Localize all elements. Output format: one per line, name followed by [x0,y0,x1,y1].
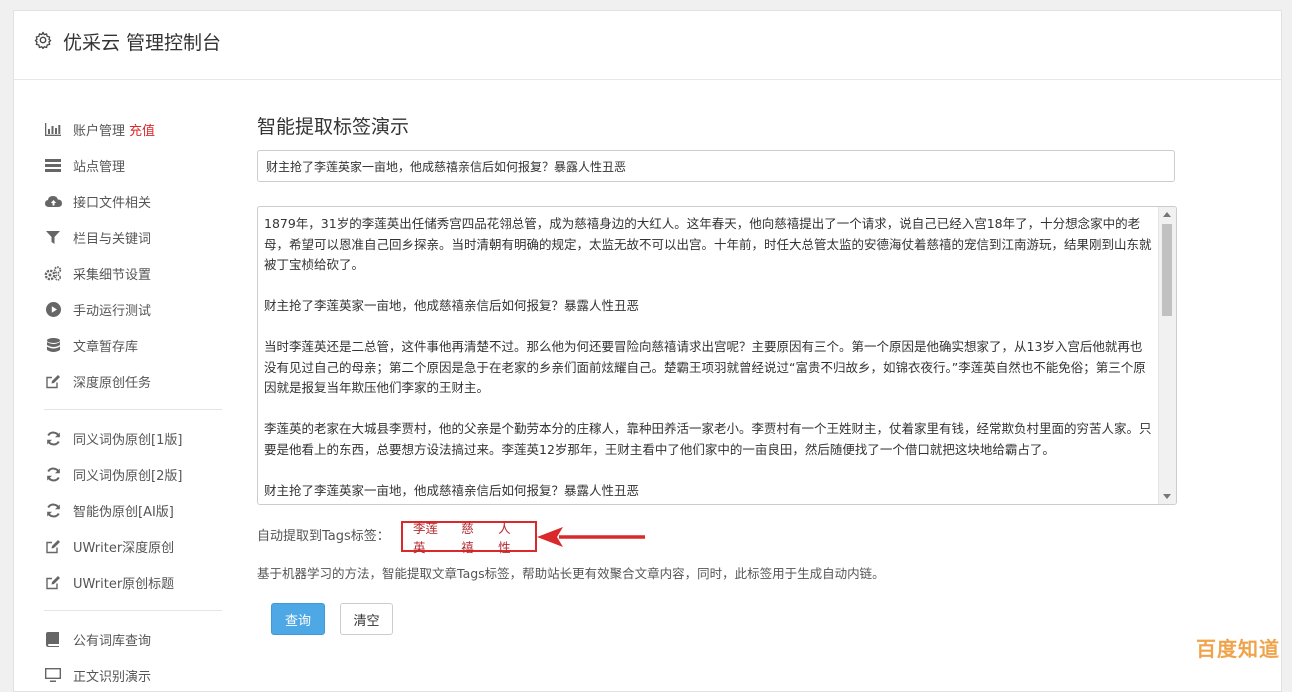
sidebar-item-label: 账户管理 [73,123,126,139]
annotation-arrow-icon [537,527,645,547]
sidebar-item-label: 栏目与关键词 [73,231,152,247]
clear-button[interactable]: 清空 [340,603,393,635]
sidebar-item-label: 手动运行测试 [73,303,152,319]
tags-highlight-box: 李莲英 慈禧 人性 [401,521,537,555]
sidebar-item-collect-settings[interactable]: 采集细节设置 [44,262,151,284]
sidebar-item-label: 智能伪原创[AI版] [73,504,174,520]
sidebar-item-text-recognition[interactable]: 正文识别演示 [44,664,151,686]
article-paragraph: 当时李莲英还是二总管，这件事他再清楚不过。那么他为何还要冒险向慈禧请求出宫呢？主… [264,339,1146,395]
article-paragraph: 财主抢了李莲英家一亩地，他成慈禧亲信后如何报复？暴露人性丑恶 [264,298,640,313]
sidebar-item-label: 站点管理 [73,159,126,175]
page-title: 智能提取标签演示 [257,116,410,138]
sidebar-item-label: 正文识别演示 [73,669,152,685]
sidebar-item-synonym-v1[interactable]: 同义词伪原创[1版] [44,427,182,449]
scroll-down-arrow-icon[interactable] [1163,494,1171,499]
sidebar-divider [44,610,222,611]
sidebar-item-label: 深度原创任务 [73,375,152,391]
monitor-icon [44,667,62,683]
article-paragraph: 李莲英的老家在大城县李贾村，他的父亲是个勤劳本分的庄稼人，靠种田养活一家老小。李… [264,421,1152,457]
tag-item: 人性 [498,520,511,555]
scrollbar-thumb[interactable] [1162,224,1172,316]
article-body: 1879年，31岁的李莲英出任储秀宫四品花翎总管，成为慈禧身边的大红人。这年春天… [264,214,1154,504]
sidebar-item-label: 同义词伪原创[2版] [73,468,183,484]
cloud-upload-icon [44,193,62,209]
query-button[interactable]: 查询 [271,603,325,635]
sidebar-item-public-lexicon[interactable]: 公有词库查询 [44,628,151,650]
feature-description: 基于机器学习的方法，智能提取文章Tags标签，帮助站长更有效聚合文章内容，同时，… [257,566,885,581]
sidebar-item-columns[interactable]: 栏目与关键词 [44,226,151,248]
scroll-up-arrow-icon[interactable] [1163,212,1171,217]
tags-label: 自动提取到Tags标签： [257,529,390,544]
article-title-input[interactable] [257,150,1175,182]
tag-item: 慈禧 [461,520,474,555]
sidebar-item-ai-rewrite[interactable]: 智能伪原创[AI版] [44,499,174,521]
sidebar-item-deep-original-task[interactable]: 深度原创任务 [44,370,151,392]
watermark-logo: 百度知道 [1196,637,1280,661]
sidebar-item-synonym-v2[interactable]: 同义词伪原创[2版] [44,463,182,485]
console-panel: 优采云 管理控制台 账户管理 充值 站点管理 接口文件相关 栏目与关键词 采集细… [13,10,1282,692]
sidebar-item-label: 采集细节设置 [73,267,152,283]
sidebar-item-label: 公有词库查询 [73,633,152,649]
refresh-icon [44,430,62,446]
sidebar-item-label: 同义词伪原创[1版] [73,432,183,448]
edit-icon [44,373,62,389]
sidebar-item-article-store[interactable]: 文章暂存库 [44,334,138,356]
gear-icon [34,31,52,49]
play-icon [44,301,62,317]
app-title: 优采云 管理控制台 [63,32,222,54]
database-icon [44,337,62,353]
filter-icon [44,229,62,245]
sidebar-item-label: UWriter深度原创 [73,540,175,556]
sidebar-divider [44,409,222,410]
refresh-icon [44,466,62,482]
article-paragraph: 财主抢了李莲英家一亩地，他成慈禧亲信后如何报复？暴露人性丑恶 [264,482,640,498]
article-paragraph: 1879年，31岁的李莲英出任储秀宫四品花翎总管，成为慈禧身边的大红人。这年春天… [264,216,1152,272]
refresh-icon [44,502,62,518]
sidebar-item-account[interactable]: 账户管理 充值 [44,118,155,140]
sidebar-item-label: 文章暂存库 [73,339,139,355]
book-icon [44,631,62,647]
article-textarea[interactable]: 1879年，31岁的李莲英出任储秀宫四品花翎总管，成为慈禧身边的大红人。这年春天… [257,206,1177,505]
sidebar-item-sites[interactable]: 站点管理 [44,154,125,176]
sidebar-item-manual-run[interactable]: 手动运行测试 [44,298,151,320]
gears-icon [44,265,62,281]
sidebar-item-uwriter-title[interactable]: UWriter原创标题 [44,571,174,593]
sidebar-item-uwriter-deep[interactable]: UWriter深度原创 [44,535,174,557]
tag-item: 李莲英 [413,520,439,555]
bar-chart-icon [44,121,62,137]
sidebar-item-label: 接口文件相关 [73,195,152,211]
recharge-link[interactable]: 充值 [129,120,155,139]
edit-icon [44,538,62,554]
edit-icon [44,574,62,590]
sidebar-item-interface[interactable]: 接口文件相关 [44,190,151,212]
list-icon [44,157,62,173]
sidebar-item-label: UWriter原创标题 [73,576,175,592]
textarea-scrollbar[interactable] [1158,207,1176,504]
header: 优采云 管理控制台 [14,11,1281,80]
